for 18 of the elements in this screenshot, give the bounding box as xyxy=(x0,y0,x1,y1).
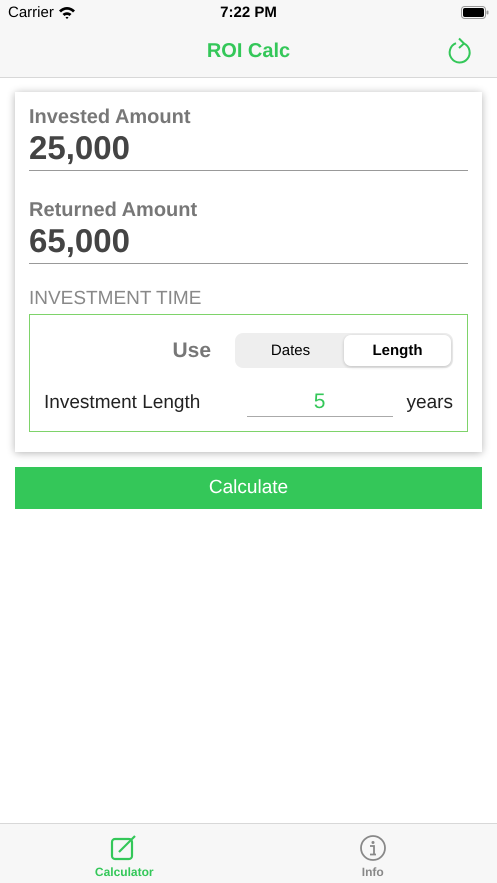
field-label: Returned Amount xyxy=(29,199,198,222)
nav-title: ROI Calc xyxy=(206,40,290,62)
segment-option[interactable]: Dates xyxy=(237,335,344,366)
edit-icon xyxy=(110,834,138,862)
amount-field[interactable]: 25,000 xyxy=(29,129,468,171)
wifi-icon xyxy=(58,6,76,19)
refresh-button[interactable] xyxy=(447,37,473,65)
section-heading: INVESTMENT TIME xyxy=(29,288,202,310)
carrier-name: Carrier xyxy=(8,4,54,21)
amount-field[interactable]: 65,000 xyxy=(29,222,468,264)
battery-icon xyxy=(461,6,489,19)
info-icon xyxy=(358,834,387,862)
status-time: 7:22 PM xyxy=(220,4,277,21)
use-label: Use xyxy=(172,338,211,362)
segment-option[interactable]: Length xyxy=(344,335,451,366)
unit-label: years xyxy=(406,392,453,414)
field-label: Invested Amount xyxy=(29,106,192,129)
length-label: Investment Length xyxy=(44,392,200,414)
